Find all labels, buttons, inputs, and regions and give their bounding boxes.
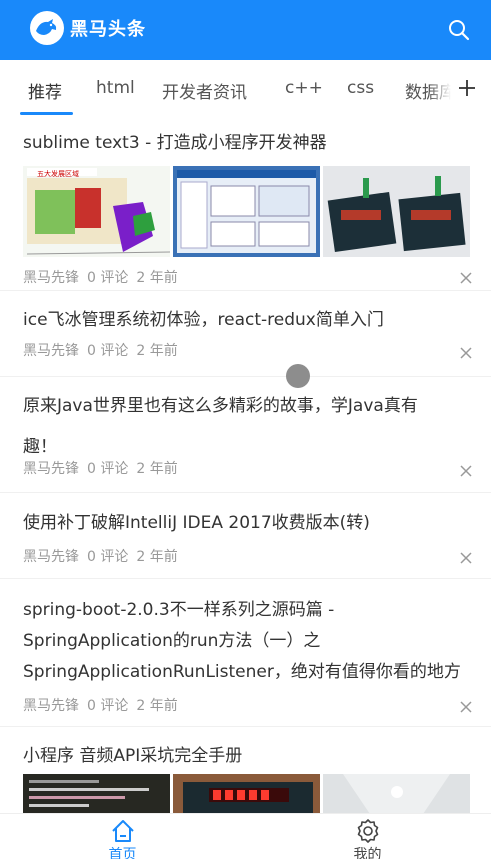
article-thumbnails: 五大发展区域 bbox=[23, 166, 470, 257]
article-divider bbox=[0, 578, 491, 579]
article-title: 原来Java世界里也有这么多精彩的故事，学Java真有 趣！ bbox=[23, 396, 418, 457]
article-item[interactable]: spring-boot-2.0.3不一样系列之源码篇 - SpringAppli… bbox=[23, 595, 473, 714]
brand-name: 黑马头条 bbox=[70, 19, 146, 40]
article-author: 黑马先锋 bbox=[23, 698, 79, 714]
thumbnail-map-image: 五大发展区域 bbox=[23, 166, 170, 257]
app-header: 黑马头条 bbox=[0, 0, 491, 60]
article-meta: 黑马先锋 0 评论 2 年前 bbox=[23, 458, 186, 478]
article-comments: 0 评论 bbox=[87, 343, 129, 359]
article-item[interactable]: ice飞冰管理系统初体验，react-redux简单入门 黑马先锋 0 评论 2 年… bbox=[23, 305, 473, 359]
tabbar-home[interactable]: 首页 bbox=[0, 814, 245, 859]
thumbnail-code-editor bbox=[23, 774, 170, 813]
channel-tabs: 推荐 html 开发者资讯 c++ css 数据库 bbox=[0, 60, 491, 118]
home-icon bbox=[112, 820, 134, 842]
article-divider bbox=[0, 290, 491, 291]
close-icon bbox=[460, 272, 472, 284]
loading-indicator bbox=[286, 364, 310, 388]
article-item[interactable]: 小程序 音频API采坑完全手册 bbox=[23, 741, 473, 813]
article-title: ice飞冰管理系统初体验，react-redux简单入门 bbox=[23, 310, 384, 330]
thumbnail-circuit-boards bbox=[323, 166, 470, 257]
article-divider bbox=[0, 376, 491, 377]
article-time: 2 年前 bbox=[136, 461, 178, 477]
article-title: 使用补丁破解IntelliJ IDEA 2017收费版本(转) bbox=[23, 513, 370, 533]
article-thumbnails bbox=[23, 774, 470, 813]
article-meta: 黑马先锋 0 评论 2 年前 bbox=[23, 546, 186, 566]
tab-developer-news[interactable]: 开发者资讯 bbox=[162, 78, 247, 103]
article-item[interactable]: sublime text3 - 打造成小程序开发神器 五大发展区域 黑马先锋 0… bbox=[23, 128, 473, 286]
article-comments: 0 评论 bbox=[87, 549, 129, 565]
article-time: 2 年前 bbox=[136, 343, 178, 359]
article-author: 黑马先锋 bbox=[23, 549, 79, 565]
tab-css[interactable]: css bbox=[347, 78, 374, 98]
close-icon bbox=[460, 701, 472, 713]
article-divider bbox=[0, 492, 491, 493]
article-comments: 0 评论 bbox=[87, 698, 129, 714]
tabbar-home-label: 首页 bbox=[108, 847, 137, 859]
bottom-tabbar: 首页 我的 bbox=[0, 813, 491, 859]
article-title: sublime text3 - 打造成小程序开发神器 bbox=[23, 133, 327, 153]
horse-logo-icon bbox=[30, 11, 64, 45]
add-channel-button[interactable] bbox=[455, 76, 479, 100]
article-time: 2 年前 bbox=[136, 549, 178, 565]
article-comments: 0 评论 bbox=[87, 461, 129, 477]
tab-recommend[interactable]: 推荐 bbox=[28, 78, 62, 103]
article-time: 2 年前 bbox=[136, 698, 178, 714]
close-icon bbox=[460, 465, 472, 477]
dismiss-article-button[interactable] bbox=[459, 345, 473, 359]
thumbnail-led-board bbox=[173, 774, 320, 813]
article-comments: 0 评论 bbox=[87, 270, 129, 286]
article-item[interactable]: 原来Java世界里也有这么多精彩的故事，学Java真有 趣！ 黑马先锋 0 评论 2… bbox=[23, 391, 473, 477]
article-meta: 黑马先锋 0 评论 2 年前 bbox=[23, 267, 186, 287]
dismiss-article-button[interactable] bbox=[459, 550, 473, 564]
article-time: 2 年前 bbox=[136, 270, 178, 286]
article-meta: 黑马先锋 0 评论 2 年前 bbox=[23, 340, 186, 360]
close-icon bbox=[460, 347, 472, 359]
dismiss-article-button[interactable] bbox=[459, 463, 473, 477]
brand-logo: 黑马头条 bbox=[30, 11, 146, 45]
article-author: 黑马先锋 bbox=[23, 270, 79, 286]
article-author: 黑马先锋 bbox=[23, 343, 79, 359]
article-title: spring-boot-2.0.3不一样系列之源码篇 - SpringAppli… bbox=[23, 600, 461, 682]
article-divider bbox=[0, 726, 491, 727]
plus-icon bbox=[459, 80, 475, 96]
thumbnail-software-window bbox=[173, 166, 320, 257]
dismiss-article-button[interactable] bbox=[459, 270, 473, 284]
gear-icon bbox=[357, 819, 379, 843]
active-tab-indicator bbox=[20, 112, 73, 115]
article-meta: 黑马先锋 0 评论 2 年前 bbox=[23, 695, 186, 715]
article-list: sublime text3 - 打造成小程序开发神器 五大发展区域 黑马先锋 0… bbox=[0, 118, 491, 813]
search-button[interactable] bbox=[447, 18, 471, 42]
thumbnail-room-ceiling bbox=[323, 774, 470, 813]
tab-cpp[interactable]: c++ bbox=[285, 78, 323, 98]
tabbar-mine[interactable]: 我的 bbox=[245, 814, 490, 859]
tabbar-mine-label: 我的 bbox=[353, 847, 382, 859]
article-item[interactable]: 使用补丁破解IntelliJ IDEA 2017收费版本(转) 黑马先锋 0 评论… bbox=[23, 508, 473, 565]
tabs-fade bbox=[429, 60, 451, 118]
close-icon bbox=[460, 552, 472, 564]
article-title: 小程序 音频API采坑完全手册 bbox=[23, 746, 243, 766]
svg-text:五大发展区域: 五大发展区域 bbox=[37, 169, 79, 178]
dismiss-article-button[interactable] bbox=[459, 699, 473, 713]
article-author: 黑马先锋 bbox=[23, 461, 79, 477]
tab-html[interactable]: html bbox=[96, 78, 135, 98]
search-icon bbox=[449, 20, 470, 41]
